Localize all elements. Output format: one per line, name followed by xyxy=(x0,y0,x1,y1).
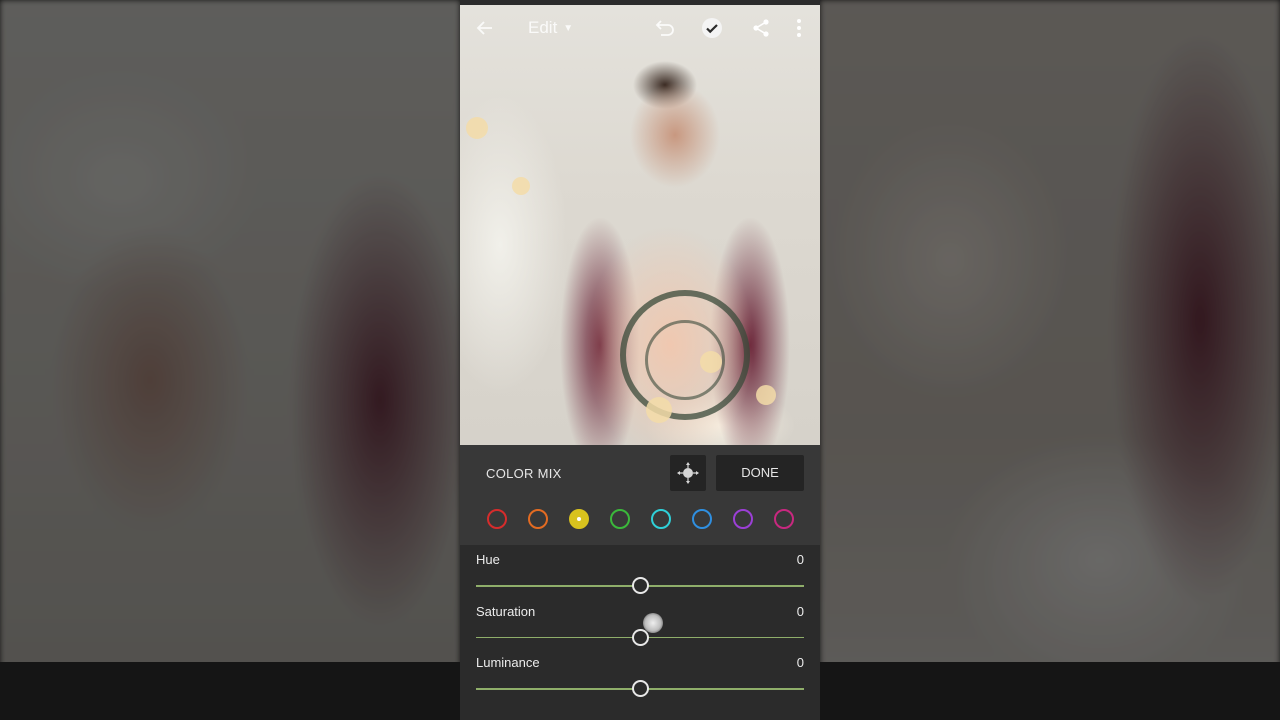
phone-screen: Edit ▼ COLOR MIX DONE Hue 0 Saturation 0… xyxy=(460,0,820,720)
more-vertical-icon[interactable] xyxy=(794,17,804,39)
slider-label: Hue xyxy=(476,552,500,567)
slider-hue: Hue 0 xyxy=(476,552,804,602)
swatch-green[interactable] xyxy=(610,509,630,529)
slider-label: Saturation xyxy=(476,603,536,619)
swatch-blue[interactable] xyxy=(692,509,712,529)
slider-thumb[interactable] xyxy=(631,680,649,697)
background-blur-left xyxy=(0,0,460,720)
swatch-selected-dot xyxy=(576,516,581,521)
done-button[interactable]: DONE xyxy=(716,455,804,491)
slider-label: Luminance xyxy=(476,655,540,670)
swatch-purple[interactable] xyxy=(733,509,753,529)
swatch-magenta[interactable] xyxy=(774,509,794,529)
slider-saturation: Saturation 0 xyxy=(476,604,804,654)
share-icon[interactable] xyxy=(750,17,772,39)
slider-panel: Hue 0 Saturation 0 Luminance 0 xyxy=(460,545,820,720)
photo-flower xyxy=(700,351,722,373)
photo-flower xyxy=(466,117,488,139)
slider-value: 0 xyxy=(796,655,804,670)
swatch-yellow[interactable] xyxy=(569,509,589,529)
background-dim xyxy=(820,0,1280,720)
top-toolbar: Edit ▼ xyxy=(460,5,820,51)
slider-luminance: Luminance 0 xyxy=(476,655,804,705)
photo-flower xyxy=(512,177,530,195)
chevron-down-icon: ▼ xyxy=(563,22,574,34)
swatch-orange[interactable] xyxy=(528,509,548,529)
touch-indicator xyxy=(643,613,663,633)
photo-preview[interactable] xyxy=(460,5,820,445)
mode-dropdown[interactable]: Edit ▼ xyxy=(528,18,573,38)
color-mix-header: COLOR MIX DONE xyxy=(460,445,820,501)
slider-value: 0 xyxy=(796,603,804,619)
swatch-aqua[interactable] xyxy=(651,509,671,529)
photo-flower xyxy=(756,385,776,405)
background-dim xyxy=(0,0,460,720)
slider-thumb[interactable] xyxy=(631,577,649,594)
undo-icon[interactable] xyxy=(652,17,676,39)
target-adjust-icon xyxy=(677,462,699,484)
back-arrow-icon[interactable] xyxy=(474,17,496,39)
color-swatch-row xyxy=(460,501,820,545)
mode-label: Edit xyxy=(528,18,558,37)
target-adjust-button[interactable] xyxy=(670,455,706,491)
panel-title: COLOR MIX xyxy=(486,466,562,481)
slider-thumb[interactable] xyxy=(631,628,649,646)
background-blur-right xyxy=(820,0,1280,720)
slider-value: 0 xyxy=(796,552,804,567)
check-icon[interactable] xyxy=(702,18,722,38)
photo-flower xyxy=(646,397,672,423)
swatch-red[interactable] xyxy=(487,509,507,529)
